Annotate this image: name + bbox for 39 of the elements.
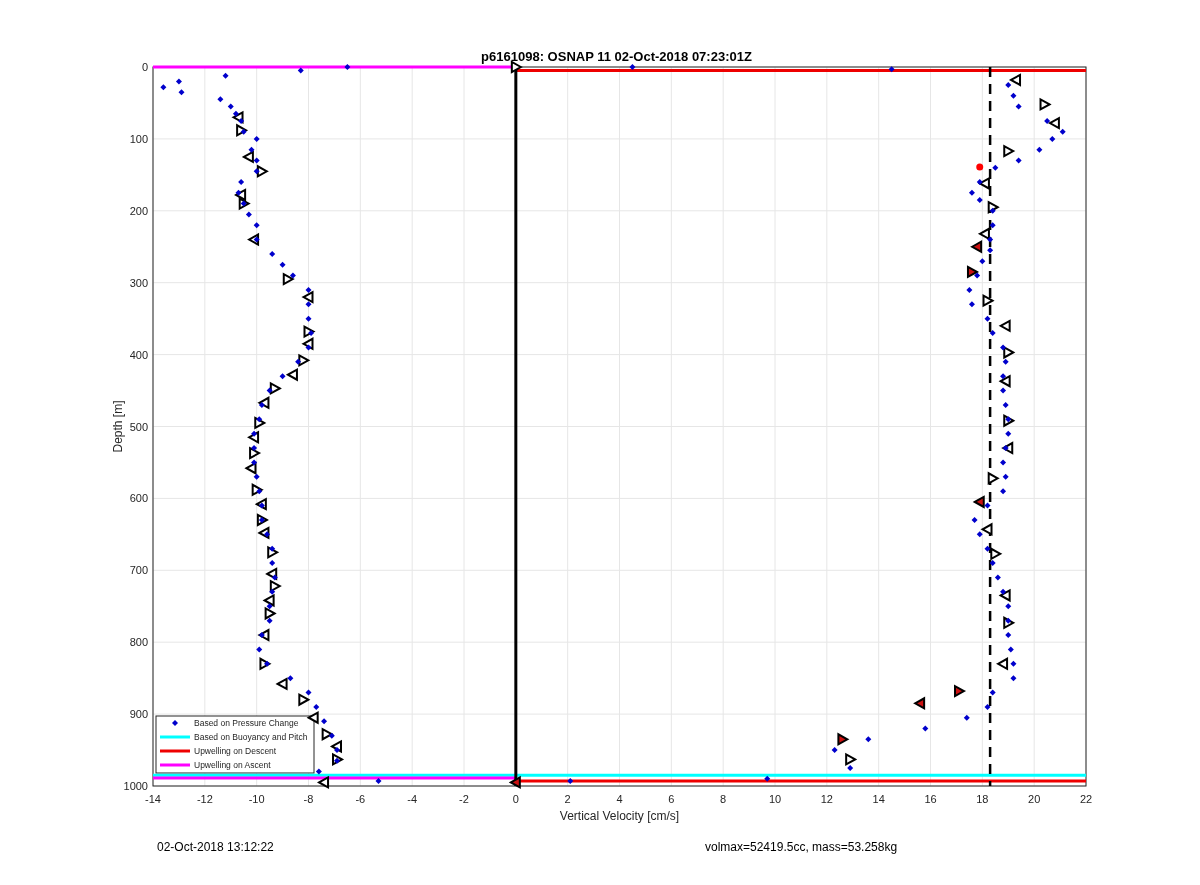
y-tick-label: 600 (129, 492, 148, 505)
y-tick-label: 900 (129, 708, 148, 721)
x-tick-label: -2 (459, 793, 469, 805)
y-tick-label: 0 (141, 61, 148, 73)
y-tick-label: 300 (129, 276, 148, 289)
x-tick-label: -12 (196, 793, 213, 805)
y-tick-label: 200 (129, 204, 148, 217)
x-tick-label: 4 (616, 793, 623, 805)
x-tick-label: 2 (564, 793, 571, 805)
chart-title: p6161098: OSNAP 11 02-Oct-2018 07:23:01Z (481, 49, 752, 64)
x-tick-label: 8 (720, 793, 727, 805)
legend-label: Upwelling on Ascent (194, 760, 271, 771)
x-tick-label: 16 (924, 793, 937, 805)
x-tick-label: 10 (768, 793, 782, 805)
y-tick-label: 1000 (123, 780, 148, 792)
x-axis-label: Vertical Velocity [cm/s] (559, 809, 680, 823)
x-tick-label: 20 (1028, 793, 1041, 805)
y-axis-label: Depth [m] (111, 400, 125, 453)
y-tick-label: 800 (129, 636, 148, 649)
x-tick-label: 14 (872, 793, 885, 805)
y-tick-label: 700 (129, 564, 148, 577)
timestamp-text: 02-Oct-2018 13:12:22 (157, 840, 275, 854)
x-tick-label: 18 (976, 793, 989, 805)
x-tick-label: -6 (355, 793, 366, 805)
x-tick-label: -8 (303, 793, 314, 805)
y-tick-label: 500 (129, 420, 148, 433)
x-tick-label: 0 (512, 793, 519, 805)
x-tick-label: 12 (820, 793, 833, 805)
y-tick-label: 100 (129, 132, 148, 145)
legend-label: Based on Pressure Change (194, 718, 299, 729)
x-tick-label: 6 (668, 793, 675, 805)
volume-mass-text: volmax=52419.5cc, mass=53.258kg (705, 840, 898, 854)
y-tick-label: 400 (129, 348, 148, 361)
x-tick-label: 22 (1079, 793, 1093, 805)
legend-label: Based on Buoyancy and Pitch (194, 732, 308, 743)
x-tick-label: -14 (145, 793, 161, 805)
x-tick-label: -4 (407, 793, 418, 805)
legend-label: Upwelling on Descent (194, 746, 277, 757)
x-tick-label: -10 (248, 793, 265, 805)
